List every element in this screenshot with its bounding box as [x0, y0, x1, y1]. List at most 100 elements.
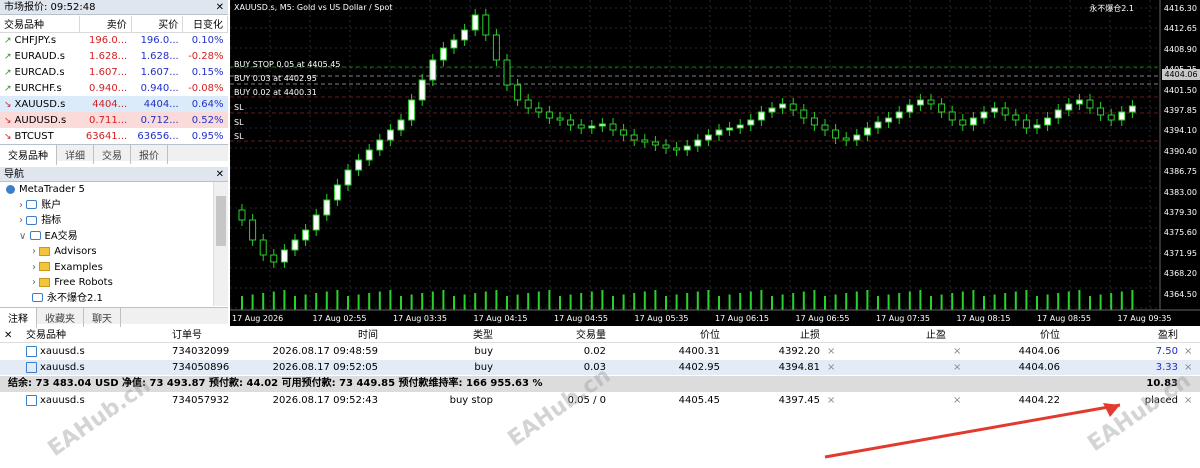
- tab-trading[interactable]: 交易: [94, 145, 131, 164]
- symbol-label: EURCAD.s: [14, 66, 65, 78]
- tab-details[interactable]: 详细: [57, 145, 94, 164]
- tab-symbols[interactable]: 交易品种: [0, 145, 57, 166]
- symbol-row[interactable]: ↗ EURCHF.s 0.940... 0.940... -0.08%: [0, 80, 228, 96]
- trend-arrow-icon: ↘: [4, 115, 12, 126]
- trade-ticket: 734057932: [172, 395, 230, 406]
- trade-price: 4400.31: [678, 346, 720, 357]
- symbol-label: XAUUSD.s: [14, 98, 66, 110]
- trade-symbol: xauusd.s: [40, 395, 85, 406]
- navigator-item[interactable]: › 指标: [0, 213, 213, 229]
- close-trade-icon[interactable]: ×: [1184, 344, 1192, 359]
- navigator-item[interactable]: 永不爆仓2.1: [0, 291, 213, 307]
- ask-price: 0.712...: [131, 112, 183, 128]
- trade-profit: 7.50: [1155, 346, 1178, 357]
- close-icon[interactable]: ✕: [4, 328, 12, 343]
- col-symbol[interactable]: 交易品种: [0, 16, 81, 33]
- order-icon: [26, 395, 37, 406]
- daily-change: 0.95%: [191, 130, 224, 142]
- col-volume[interactable]: 交易量: [540, 328, 606, 343]
- col-bid[interactable]: 卖价: [79, 16, 132, 33]
- daily-change: 0.64%: [182, 96, 228, 112]
- expand-icon[interactable]: ∨: [19, 231, 30, 242]
- trade-sl[interactable]: 4392.20: [740, 344, 820, 359]
- col-ask[interactable]: 买价: [131, 16, 184, 33]
- navigator-item[interactable]: › Advisors: [0, 244, 213, 260]
- symbol-row[interactable]: ↗ EURCAD.s 1.607... 1.607... 0.15%: [0, 64, 228, 80]
- scroll-thumb[interactable]: [216, 196, 226, 246]
- navigator-item[interactable]: › Examples: [0, 260, 213, 276]
- trend-arrow-icon: ↘: [4, 131, 12, 142]
- trade-row[interactable]: xauusd.s 734032099 2026.08.17 09:48:59 buy 0…: [0, 344, 1200, 359]
- col-ticket[interactable]: 订单号: [172, 328, 202, 343]
- trade-time: 2026.08.17 09:52:05: [272, 362, 378, 373]
- expand-icon[interactable]: ›: [19, 215, 26, 226]
- expand-icon[interactable]: ›: [32, 246, 39, 257]
- folder-icon: [39, 246, 51, 256]
- tab-favorites[interactable]: 收藏夹: [37, 308, 84, 327]
- navigator-node-icon: [26, 200, 38, 209]
- close-trade-icon[interactable]: ×: [1184, 360, 1192, 375]
- symbol-row[interactable]: ↘ XAUUSD.s 4404... 4404... 0.64%: [0, 96, 228, 112]
- symbol-name: ↘ XAUUSD.s: [0, 96, 80, 112]
- symbol-row[interactable]: ↗ EURAUD.s 1.628... 1.628... -0.28%: [0, 48, 228, 64]
- symbol-name: ↗ CHFJPY.s: [0, 32, 80, 48]
- symbol-row[interactable]: ↘ BTCUST 63641... 63656... 0.95%: [0, 128, 228, 144]
- price-tick: 4383.00: [1163, 187, 1197, 197]
- tab-ticks[interactable]: 报价: [131, 145, 168, 164]
- symbol-label: BTCUST: [14, 130, 54, 142]
- trade-sl[interactable]: 4397.45: [740, 393, 820, 408]
- navigator-item[interactable]: › Free Robots: [0, 275, 213, 291]
- expand-icon[interactable]: ›: [19, 200, 26, 211]
- price-tick: 4375.60: [1163, 228, 1197, 238]
- symbol-label: EURAUD.s: [14, 50, 65, 62]
- close-icon[interactable]: ✕: [216, 167, 224, 182]
- navigator-item-label: Examples: [54, 261, 103, 273]
- bid-price: 1.628...: [89, 50, 128, 62]
- remove-tp-icon[interactable]: ×: [953, 360, 961, 375]
- remove-sl-icon[interactable]: ×: [827, 360, 835, 375]
- col-change[interactable]: 日变化: [182, 16, 228, 33]
- trade-price: 4402.95: [678, 362, 720, 373]
- expand-icon[interactable]: ›: [32, 277, 39, 288]
- price-tick: 4371.95: [1163, 248, 1197, 258]
- order-label: BUY STOP 0.05 at 4405.45: [234, 60, 341, 69]
- col-price[interactable]: 价位: [640, 328, 720, 343]
- navigator-node-icon: [26, 215, 38, 225]
- navigator-title: 导航 ✕: [0, 167, 228, 182]
- symbol-label: EURCHF.s: [14, 82, 62, 94]
- chart-canvas[interactable]: [230, 0, 1200, 326]
- remove-sl-icon[interactable]: ×: [827, 344, 835, 359]
- order-icon: [26, 346, 37, 357]
- col-tp[interactable]: 止盈: [880, 328, 946, 343]
- navigator-item[interactable]: › 账户: [0, 198, 213, 214]
- expand-icon[interactable]: ›: [32, 262, 39, 273]
- tab-chat[interactable]: 聊天: [84, 308, 121, 327]
- ea-label[interactable]: 永不爆仓2.1: [1089, 3, 1134, 14]
- col-sl[interactable]: 止损: [740, 328, 820, 343]
- bid-price: 0.940...: [89, 82, 128, 94]
- price-chart[interactable]: XAUUSD.s, M5: Gold vs US Dollar / Spot 永…: [230, 0, 1200, 326]
- ask-price: 1.628...: [140, 50, 179, 62]
- symbol-row[interactable]: ↘ AUDUSD.s 0.711... 0.712... 0.52%: [0, 112, 228, 128]
- trade-sl[interactable]: 4394.81: [740, 360, 820, 375]
- navigator-item-label: Advisors: [54, 246, 97, 257]
- col-symbol[interactable]: 交易品种: [26, 328, 66, 343]
- navigator-item[interactable]: MetaTrader 5: [0, 182, 213, 198]
- time-tick: 17 Aug 06:55: [795, 314, 850, 323]
- trade-ticket: 734050896: [172, 362, 230, 373]
- navigator-scrollbar[interactable]: [213, 182, 228, 306]
- col-current-price[interactable]: 价位: [980, 328, 1060, 343]
- order-icon: [26, 362, 37, 373]
- symbol-row[interactable]: ↗ CHFJPY.s 196.0... 196.0... 0.10%: [0, 32, 228, 48]
- tab-common[interactable]: 注释: [0, 308, 37, 329]
- navigator-item[interactable]: ∨ EA交易: [0, 229, 213, 245]
- trend-arrow-icon: ↗: [4, 67, 12, 78]
- col-type[interactable]: 类型: [420, 328, 493, 343]
- ask-price: 196.0...: [140, 34, 179, 46]
- col-time[interactable]: 时间: [300, 328, 378, 343]
- ask-price: 1.607...: [140, 66, 179, 78]
- col-profit[interactable]: 盈利: [1100, 328, 1178, 343]
- navigator-title-text: 导航: [4, 169, 24, 180]
- daily-change: 0.15%: [191, 66, 224, 78]
- remove-tp-icon[interactable]: ×: [953, 344, 961, 359]
